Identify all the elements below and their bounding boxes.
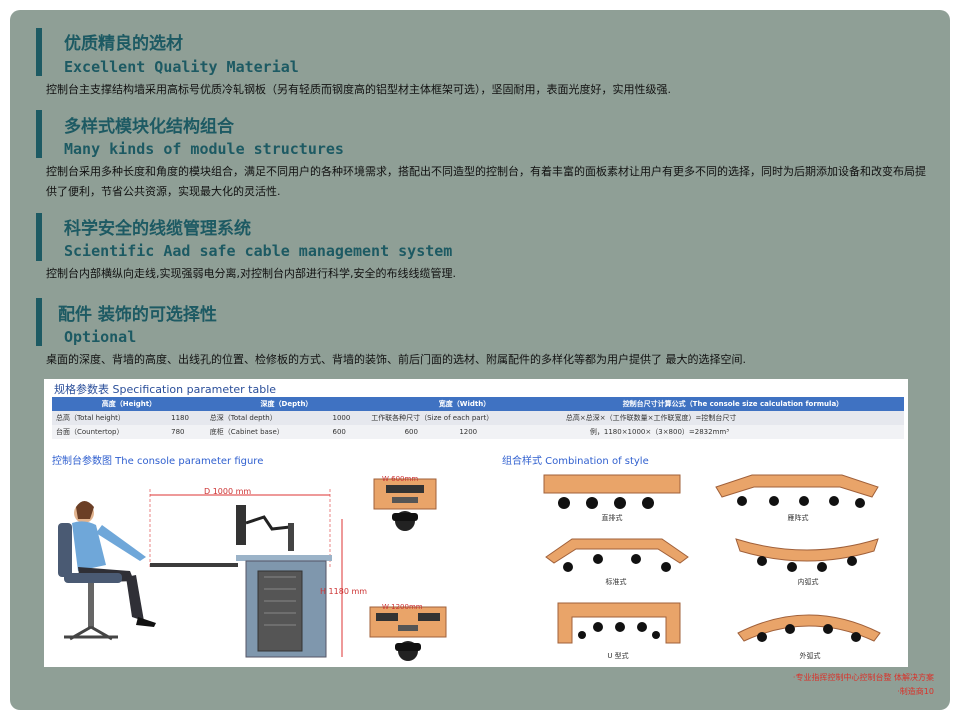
combo-label-standard: 标准式: [605, 578, 627, 586]
figure-title: 控制台参数图 The console parameter figure: [52, 456, 264, 467]
section-title-cn: 优质精良的选材: [64, 34, 183, 54]
section-title-en: Excellent Quality Material: [64, 58, 299, 76]
section-title-en: Many kinds of module structures: [64, 140, 344, 158]
combo-outer-arc-shape: [737, 614, 881, 642]
section-title-cn: 科学安全的线缆管理系统: [64, 219, 251, 239]
cell: 总高×总深×（工作联数量×工作联宽度）=控制台尺寸: [561, 411, 904, 425]
combo-inner-arc-shape: [735, 538, 879, 572]
combo-label-goose: 雁阵式: [787, 514, 809, 522]
footer-line-2: ·制造商10: [897, 687, 934, 696]
combo-u-shape: [557, 602, 681, 644]
combo-label-straight: 直排式: [601, 514, 623, 522]
section-title-en: Optional: [64, 328, 137, 346]
section-accent-bar: [36, 298, 42, 346]
cell: 1180: [167, 411, 206, 425]
height-dimension: H 1180 mm: [320, 587, 368, 596]
section-title-cn: 配件 装饰的可选择性: [58, 305, 217, 325]
spec-table-title: 规格参数表 Specification parameter table: [54, 383, 277, 396]
section-accent-bar: [36, 213, 42, 261]
cell: 台面（Countertop）: [52, 425, 168, 439]
cell: 例，1180×1000×（3×800）=2832mm³: [561, 425, 904, 439]
module-top-view-600: [373, 478, 437, 531]
combo-title: 组合样式 Combination of style: [502, 456, 649, 467]
header-formula: 控制台尺寸计算公式（The console size calculation f…: [561, 397, 904, 411]
section-title-en: Scientific Aad safe cable management sys…: [64, 242, 453, 260]
section-accent-bar: [36, 28, 42, 76]
section-body: 控制台主支撑结构墙采用高标号优质冷轧钢板（另有轻质而钢度高的铝型材主体框架可选）…: [46, 83, 671, 96]
spec-table: 高度（Height） 深度（Depth） 宽度（Width） 控制台尺寸计算公式…: [52, 397, 904, 439]
desk-top: [236, 555, 332, 561]
combo-standard-shape: [545, 538, 689, 572]
combo-label-inner-arc: 内弧式: [797, 578, 819, 586]
width-dimension-600: W 600mm: [382, 475, 419, 483]
cell: 总深（Total depth）: [205, 411, 329, 425]
table-header-row: 高度（Height） 深度（Depth） 宽度（Width） 控制台尺寸计算公式…: [52, 397, 904, 411]
cell: 780: [167, 425, 206, 439]
width-dimension-1200: W 1200mm: [382, 603, 423, 611]
combo-label-u: U 型式: [607, 652, 629, 660]
cell: 1200: [455, 425, 562, 439]
header-height: 高度（Height）: [52, 397, 206, 411]
cell: 底柜（Cabinet base）: [205, 425, 329, 439]
combo-label-outer-arc: 外弧式: [799, 652, 821, 660]
chair: [58, 523, 72, 577]
console-figure-svg: [58, 489, 343, 658]
cell: 1000: [328, 411, 368, 425]
header-depth: 深度（Depth）: [205, 397, 368, 411]
cell: 600: [367, 425, 456, 439]
cell: 600: [328, 425, 368, 439]
section-title-cn: 多样式模块化结构组合: [64, 117, 234, 137]
table-row: 台面（Countertop） 780 底柜（Cabinet base） 600 …: [52, 425, 904, 439]
combo-goose-shape: [715, 474, 879, 508]
spec-figure: 规格参数表 Specification parameter table 高度（H…: [44, 379, 908, 667]
section-accent-bar: [36, 110, 42, 158]
combo-straight-shape: [543, 474, 681, 509]
table-row: 总高（Total height） 1180 总深（Total depth） 10…: [52, 411, 904, 425]
section-body: 控制台采用多种长度和角度的模块组合，满足不同用户的各种环境需求，搭配出不同造型的…: [46, 165, 926, 198]
cell: 工作联各种尺寸（Size of each part）: [367, 411, 562, 425]
section-body: 控制台内部横纵向走线,实现强弱电分离,对控制台内部进行科学,安全的布线线缆管理.: [46, 267, 456, 280]
header-width: 宽度（Width）: [367, 397, 562, 411]
section-body: 桌面的深度、背墙的高度、出线孔的位置、检修板的方式、背墙的装饰、前后门面的选材、…: [46, 353, 746, 366]
content-panel: 优质精良的选材 Excellent Quality Material 控制台主支…: [10, 10, 950, 710]
cell: 总高（Total height）: [52, 411, 168, 425]
footer-line-1: ·专业指挥控制中心控制台整 体解决方案: [792, 673, 934, 682]
monitor: [236, 505, 246, 545]
depth-dimension: D 1000 mm: [204, 487, 252, 496]
